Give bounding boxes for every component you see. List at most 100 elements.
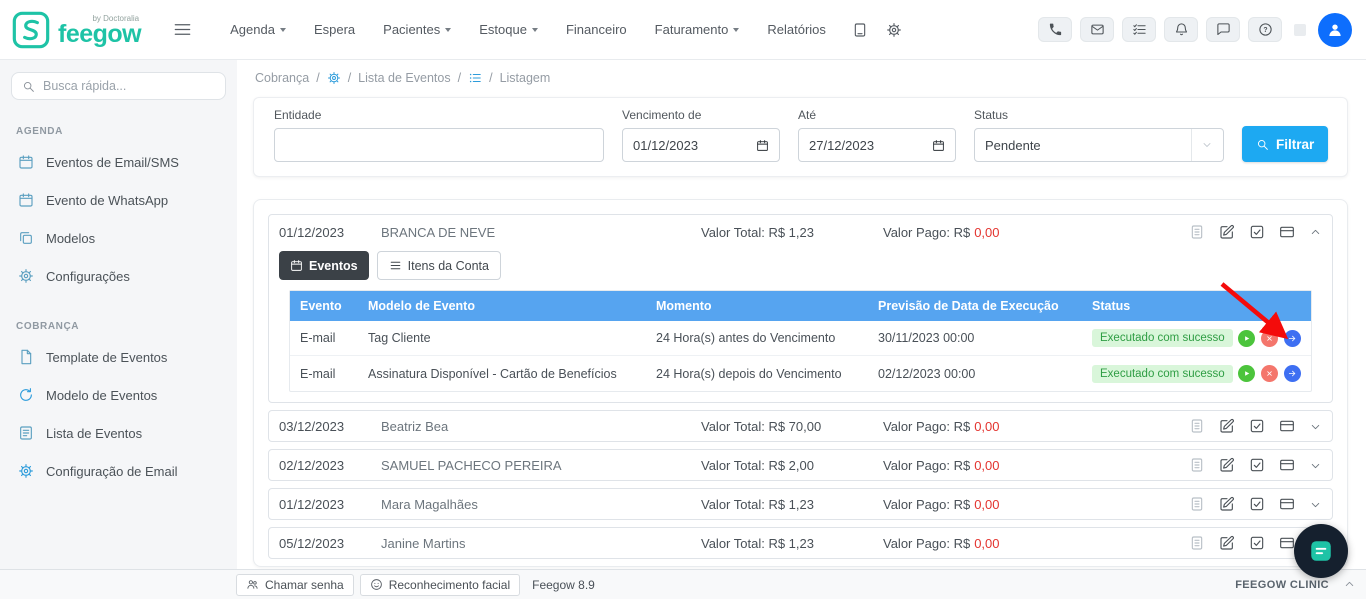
footer: Chamar senha Reconhecimento facial Feego… xyxy=(0,569,1366,599)
user-avatar[interactable] xyxy=(1318,12,1352,47)
note-icon[interactable] xyxy=(1189,224,1205,240)
search-icon xyxy=(1256,138,1269,151)
refresh-icon xyxy=(18,387,34,403)
gear-icon[interactable] xyxy=(327,71,341,85)
list-icon[interactable] xyxy=(468,71,482,85)
chevron-up-icon[interactable] xyxy=(1343,578,1356,591)
sidebar: AGENDA Eventos de Email/SMS Evento de Wh… xyxy=(0,60,237,569)
device-icon[interactable] xyxy=(852,22,868,38)
account-paid: Valor Pago: R$ 0,00 xyxy=(883,535,1000,551)
tab-eventos[interactable]: Eventos xyxy=(279,251,369,280)
payment-card-icon[interactable] xyxy=(1279,496,1295,512)
sidebar-section-cobranca: COBRANÇA xyxy=(16,321,80,332)
edit-icon[interactable] xyxy=(1219,224,1235,240)
gear-icon[interactable] xyxy=(886,22,902,38)
status-select[interactable]: Pendente xyxy=(974,128,1224,162)
check-square-icon[interactable] xyxy=(1249,418,1265,434)
sidebar-item-lista-de-eventos[interactable]: Lista de Eventos xyxy=(0,414,237,452)
gear-icon xyxy=(18,463,34,479)
payment-card-icon[interactable] xyxy=(1279,457,1295,473)
chevron-down-icon xyxy=(733,27,740,32)
account-paid: Valor Pago: R$ 0,00 xyxy=(883,496,1000,512)
note-icon[interactable] xyxy=(1189,496,1205,512)
sidebar-item-eventos-email-sms[interactable]: Eventos de Email/SMS xyxy=(0,143,237,181)
resend-button[interactable] xyxy=(1284,365,1301,382)
help-button[interactable]: ? xyxy=(1248,17,1282,42)
payment-card-icon[interactable] xyxy=(1279,535,1295,551)
note-icon[interactable] xyxy=(1189,535,1205,551)
collapse-chevron-up-icon[interactable] xyxy=(1309,226,1322,239)
nav-item-agenda[interactable]: Agenda xyxy=(230,22,286,37)
filter-bar: Entidade Vencimento de 01/12/2023 Até 27… xyxy=(253,97,1348,177)
entity-label: Entidade xyxy=(274,108,322,122)
account-date: 05/12/2023 xyxy=(279,535,345,551)
cancel-button[interactable] xyxy=(1261,329,1278,347)
sidebar-item-configuracoes[interactable]: Configurações xyxy=(0,257,237,295)
payment-card-icon[interactable] xyxy=(1279,224,1295,240)
check-square-icon[interactable] xyxy=(1249,224,1265,240)
play-icon xyxy=(1241,333,1252,344)
account-row-partial xyxy=(268,566,1333,567)
account-name: Mara Magalhães xyxy=(381,496,478,512)
nav-item-faturamento[interactable]: Faturamento xyxy=(655,22,740,37)
breadcrumb-listagem[interactable]: Listagem xyxy=(500,71,551,85)
due-from-input[interactable]: 01/12/2023 xyxy=(622,128,780,162)
filter-button[interactable]: Filtrar xyxy=(1242,126,1329,162)
file-icon xyxy=(18,349,34,365)
smiley-icon xyxy=(370,578,383,591)
play-button[interactable] xyxy=(1238,365,1255,382)
sidebar-item-modelos[interactable]: Modelos xyxy=(0,219,237,257)
feegow-logo[interactable]: by Doctoralia feegow xyxy=(12,11,142,49)
breadcrumb-lista-de-eventos[interactable]: Lista de Eventos xyxy=(358,71,450,85)
check-square-icon[interactable] xyxy=(1249,535,1265,551)
breadcrumb-cobranca[interactable]: Cobrança xyxy=(255,71,309,85)
play-button[interactable] xyxy=(1238,329,1255,347)
edit-icon[interactable] xyxy=(1219,535,1235,551)
sidebar-item-configuracao-de-email[interactable]: Configuração de Email xyxy=(0,452,237,490)
expand-chevron-down-icon[interactable] xyxy=(1309,420,1322,433)
due-to-label: Até xyxy=(798,108,817,122)
inbox-button[interactable] xyxy=(1080,17,1114,42)
face-recognition-button[interactable]: Reconhecimento facial xyxy=(359,573,521,596)
resend-icon xyxy=(1287,333,1298,344)
edit-icon[interactable] xyxy=(1219,496,1235,512)
resend-icon xyxy=(1287,368,1298,379)
nav-item-relatorios[interactable]: Relatórios xyxy=(767,22,826,37)
resend-button[interactable] xyxy=(1284,329,1301,347)
chat-button[interactable] xyxy=(1206,17,1240,42)
account-total: Valor Total: R$ 2,00 xyxy=(701,457,814,473)
sidebar-item-template-de-eventos[interactable]: Template de Eventos xyxy=(0,338,237,376)
status-badge: Executado com sucesso xyxy=(1092,329,1233,347)
expand-chevron-down-icon[interactable] xyxy=(1309,459,1322,472)
nav-item-espera[interactable]: Espera xyxy=(314,22,355,37)
chevron-down-icon xyxy=(1201,139,1213,151)
cancel-button[interactable] xyxy=(1261,365,1278,382)
sidebar-item-evento-whatsapp[interactable]: Evento de WhatsApp xyxy=(0,181,237,219)
tab-itens-da-conta[interactable]: Itens da Conta xyxy=(376,251,501,280)
check-square-icon[interactable] xyxy=(1249,457,1265,473)
search-input[interactable] xyxy=(43,79,215,93)
people-icon xyxy=(246,578,259,591)
sidebar-item-modelo-de-eventos[interactable]: Modelo de Eventos xyxy=(0,376,237,414)
check-square-icon[interactable] xyxy=(1249,496,1265,512)
phone-button[interactable] xyxy=(1038,17,1072,42)
note-icon[interactable] xyxy=(1189,418,1205,434)
hamburger-menu-icon[interactable] xyxy=(173,20,192,39)
edit-icon[interactable] xyxy=(1219,457,1235,473)
note-icon[interactable] xyxy=(1189,457,1205,473)
nav-item-pacientes[interactable]: Pacientes xyxy=(383,22,452,37)
entity-input[interactable] xyxy=(274,128,604,162)
svg-text:?: ? xyxy=(1263,27,1267,34)
nav-item-estoque[interactable]: Estoque xyxy=(479,22,538,37)
call-ticket-button[interactable]: Chamar senha xyxy=(236,573,354,596)
notifications-button[interactable] xyxy=(1164,17,1198,42)
expand-chevron-down-icon[interactable] xyxy=(1309,498,1322,511)
payment-card-icon[interactable] xyxy=(1279,418,1295,434)
due-to-input[interactable]: 27/12/2023 xyxy=(798,128,956,162)
account-date: 01/12/2023 xyxy=(279,224,345,240)
chat-fab-button[interactable] xyxy=(1294,524,1348,578)
edit-icon[interactable] xyxy=(1219,418,1235,434)
copy-icon xyxy=(18,230,34,246)
nav-item-financeiro[interactable]: Financeiro xyxy=(566,22,627,37)
tasks-button[interactable] xyxy=(1122,17,1156,42)
